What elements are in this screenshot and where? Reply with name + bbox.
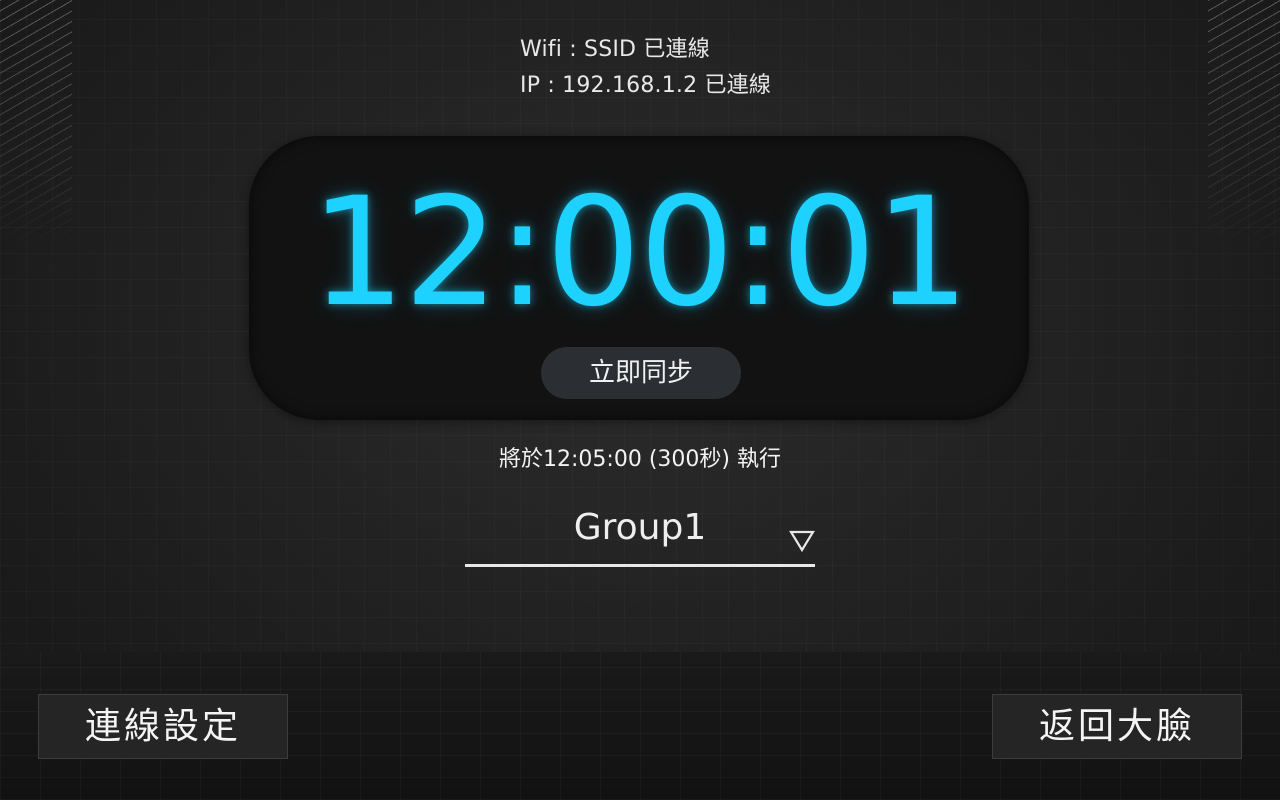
triangle-down-icon [789, 530, 815, 553]
connection-status: Wifi : SSID 已連線 IP : 192.168.1.2 已連線 [520, 32, 771, 104]
connection-settings-button[interactable]: 連線設定 [38, 694, 288, 759]
decorative-hatch-right [1208, 0, 1280, 250]
sync-now-button[interactable]: 立即同步 [541, 347, 741, 399]
group-select[interactable]: Group1 [465, 500, 815, 567]
schedule-text: 將於12:05:00 (300秒) 執行 [499, 447, 781, 472]
back-to-big-face-button[interactable]: 返回大臉 [992, 694, 1242, 759]
decorative-hatch-left [0, 0, 72, 250]
clock-time: 12:00:01 [310, 166, 970, 340]
wifi-status: Wifi : SSID 已連線 [520, 37, 710, 62]
group-select-value: Group1 [573, 507, 707, 548]
screen: Wifi : SSID 已連線 IP : 192.168.1.2 已連線 12:… [0, 0, 1280, 800]
clock-panel: 12:00:01 立即同步 [249, 136, 1029, 420]
ip-status: IP : 192.168.1.2 已連線 [520, 73, 772, 98]
